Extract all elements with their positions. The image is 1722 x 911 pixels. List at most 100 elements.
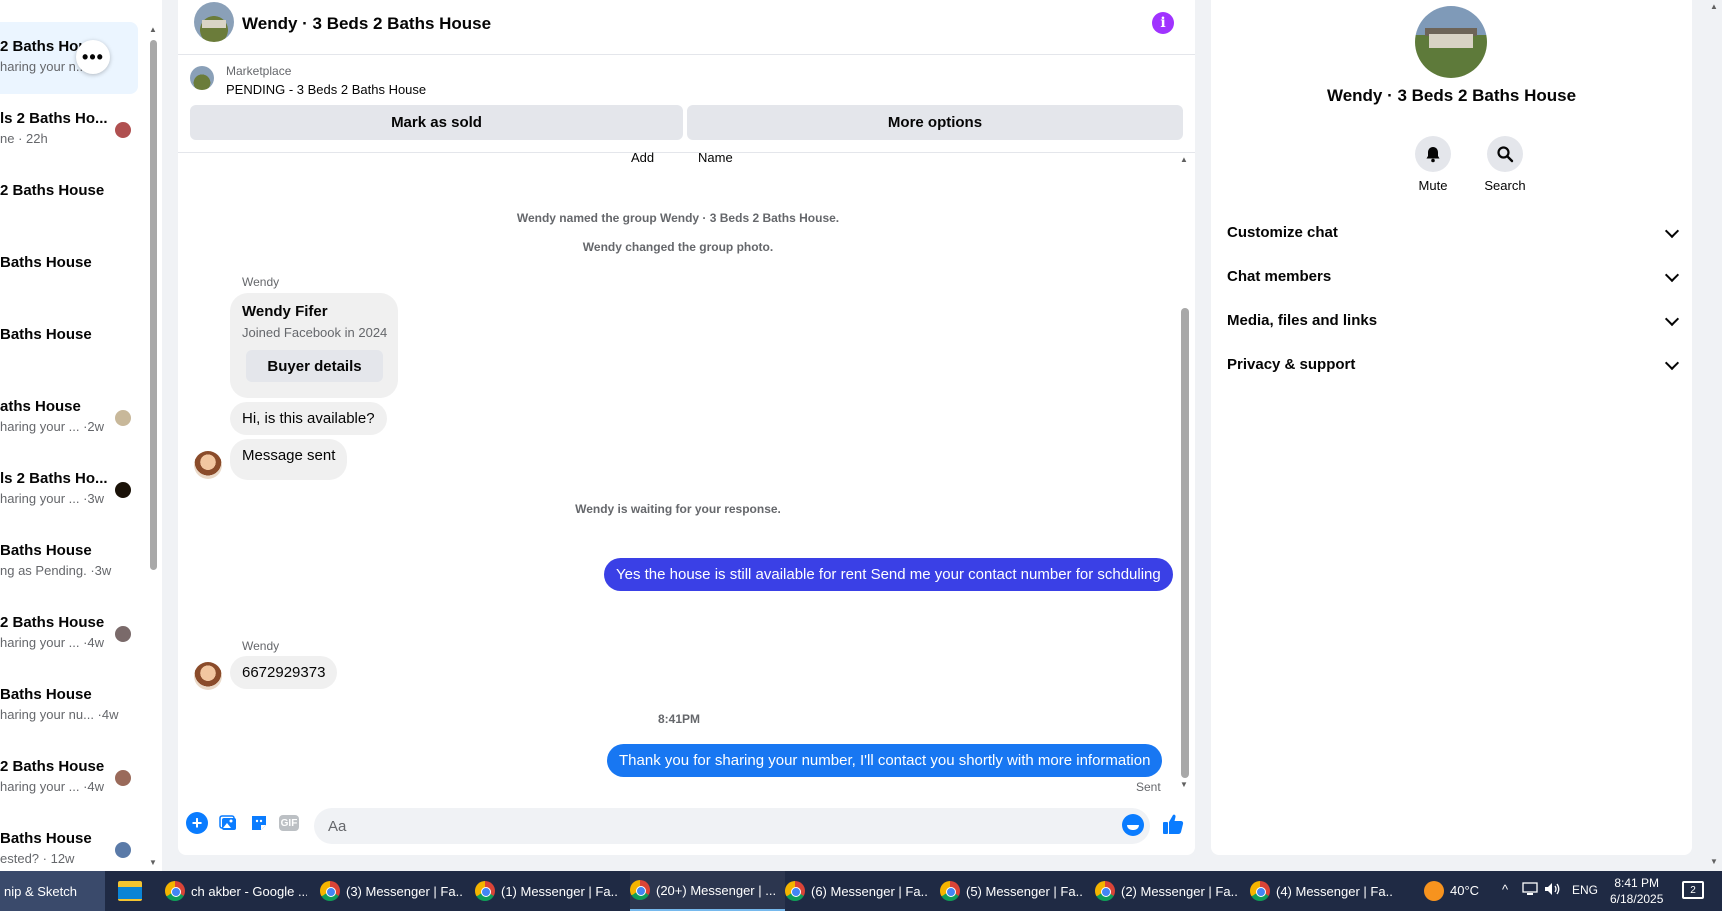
avatar	[115, 482, 131, 498]
taskbar-chrome-window[interactable]: (20+) Messenger | ...	[630, 871, 785, 911]
listing-thumbnail[interactable]	[190, 66, 214, 90]
group-avatar[interactable]	[194, 2, 234, 42]
privacy-support-section[interactable]: Privacy & support	[1227, 346, 1680, 382]
volume-icon[interactable]	[1544, 882, 1562, 899]
mute-button[interactable]: Mute	[1403, 136, 1463, 193]
scrollbar-thumb[interactable]	[150, 40, 157, 570]
media-files-links-section[interactable]: Media, files and links	[1227, 302, 1680, 338]
taskbar-chrome-window[interactable]: (4) Messenger | Fa...	[1250, 871, 1392, 911]
sender-avatar[interactable]	[194, 662, 222, 690]
customize-chat-section[interactable]: Customize chat	[1227, 214, 1680, 250]
taskbar-chrome-window[interactable]: (1) Messenger | Fa...	[475, 871, 617, 911]
chevron-down-icon	[1664, 267, 1680, 283]
taskbar-snip-sketch[interactable]: nip & Sketch	[0, 871, 105, 911]
chevron-down-icon	[1664, 223, 1680, 239]
mark-as-sold-button[interactable]: Mark as sold	[190, 105, 683, 140]
conversation-item[interactable]: Baths House	[0, 238, 138, 310]
conversation-subtitle: ne · 22h	[0, 131, 48, 146]
conversation-item[interactable]: aths House haring your ... ·2w	[0, 382, 138, 454]
thumbs-up-icon[interactable]	[1161, 812, 1185, 836]
outgoing-message[interactable]: Yes the house is still available for ren…	[604, 558, 1173, 591]
conversation-title: aths House	[0, 398, 81, 415]
scroll-down-arrow-icon[interactable]: ▼	[1710, 857, 1718, 866]
taskbar-chrome-window[interactable]: (6) Messenger | Fa...	[785, 871, 927, 911]
buyer-profile-card: Wendy Fifer Joined Facebook in 2024 Buye…	[230, 293, 398, 398]
message-thread-scrollbar[interactable]: ▲ ▼	[1178, 153, 1192, 793]
conversation-item[interactable]: 2 Baths House haring your ... ·4w	[0, 598, 138, 670]
more-actions-button[interactable]: •••	[76, 40, 110, 74]
conversation-title: ls 2 Baths Ho...	[0, 110, 108, 127]
scrollbar-thumb[interactable]	[1181, 308, 1189, 778]
scroll-up-arrow-icon[interactable]: ▲	[149, 25, 157, 34]
notification-center-icon[interactable]: 2	[1682, 881, 1704, 899]
more-options-button[interactable]: More options	[687, 105, 1183, 140]
system-clock[interactable]: 8:41 PM 6/18/2025	[1610, 875, 1663, 907]
conversation-subtitle: haring your ... ·2w	[0, 419, 105, 434]
search-button[interactable]: Search	[1475, 136, 1535, 193]
incoming-message[interactable]: Hi, is this available?	[230, 402, 387, 435]
chrome-icon	[165, 881, 185, 901]
taskbar-item-label: ch akber - Google ...	[191, 883, 307, 899]
scroll-down-arrow-icon[interactable]: ▼	[149, 858, 157, 867]
buyer-joined-date: Joined Facebook in 2024	[242, 325, 388, 340]
conversation-item[interactable]: Baths House	[0, 310, 138, 382]
outgoing-message[interactable]: Thank you for sharing your number, I'll …	[607, 744, 1163, 777]
sender-avatar[interactable]	[194, 451, 222, 479]
input-language[interactable]: ENG	[1572, 883, 1598, 897]
chat-members-section[interactable]: Chat members	[1227, 258, 1680, 294]
chevron-up-icon[interactable]: ^	[1502, 882, 1508, 897]
avatar	[115, 410, 131, 426]
conversation-item[interactable]: Baths House ested? · 12w	[0, 814, 138, 871]
network-icon[interactable]	[1522, 882, 1538, 899]
conversation-item[interactable]: 2 Baths House	[0, 166, 138, 238]
conversation-item[interactable]: ls 2 Baths Ho... haring your ... ·3w	[0, 454, 138, 526]
conversation-item[interactable]: Baths House haring your nu... ·4w	[0, 670, 138, 742]
chrome-icon	[1250, 881, 1270, 901]
taskbar-chrome-window[interactable]: (3) Messenger | Fa...	[320, 871, 462, 911]
conversation-title: Baths House	[0, 830, 92, 847]
message-composer: + GIF	[178, 800, 1195, 846]
incoming-message[interactable]: Message sent	[230, 439, 348, 480]
info-icon[interactable]: i	[1152, 12, 1174, 34]
emoji-icon[interactable]	[1122, 814, 1144, 836]
mute-label: Mute	[1418, 178, 1448, 193]
scroll-up-arrow-icon[interactable]: ▲	[1710, 2, 1718, 11]
buyer-details-button[interactable]: Buyer details	[246, 350, 383, 382]
windows-taskbar: nip & Sketch ch akber - Google ... (3) M…	[0, 871, 1722, 911]
message-input[interactable]	[314, 808, 1150, 844]
conversation-item[interactable]: 2 Baths House haring your ... ·4w	[0, 742, 138, 814]
conversation-list-scrollbar[interactable]: ▲ ▼	[147, 25, 159, 870]
sent-status: Sent	[1136, 780, 1161, 794]
section-label: Privacy & support	[1227, 355, 1356, 373]
file-explorer-icon[interactable]	[118, 881, 142, 901]
search-icon	[1487, 136, 1523, 172]
taskbar-chrome-window[interactable]: (5) Messenger | Fa...	[940, 871, 1082, 911]
conversation-title: Baths House	[0, 542, 92, 559]
chat-title[interactable]: Wendy · 3 Beds 2 Baths House	[242, 14, 491, 34]
page-scrollbar[interactable]: ▲ ▼	[1706, 0, 1722, 871]
sticker-icon[interactable]	[248, 812, 270, 834]
scroll-up-arrow-icon[interactable]: ▲	[1180, 155, 1188, 164]
conversation-item[interactable]: Baths House ng as Pending. ·3w	[0, 526, 138, 598]
conversation-title: Baths House	[0, 254, 92, 271]
image-icon[interactable]	[218, 812, 240, 834]
message-thread: Add Name Wendy named the group Wendy · 3…	[178, 150, 1178, 794]
conversation-subtitle: haring your nu... ·4w	[0, 707, 119, 722]
group-photo[interactable]	[1415, 6, 1487, 78]
buyer-name[interactable]: Wendy Fifer	[242, 303, 328, 320]
weather-sun-icon[interactable]	[1424, 881, 1444, 901]
taskbar-chrome-window[interactable]: ch akber - Google ...	[165, 871, 307, 911]
section-label: Customize chat	[1227, 223, 1338, 241]
scroll-down-arrow-icon[interactable]: ▼	[1180, 780, 1188, 789]
conversation-item[interactable]: ls 2 Baths Ho... ne · 22h	[0, 94, 138, 166]
weather-temperature[interactable]: 40°C	[1450, 883, 1479, 898]
plus-icon[interactable]: +	[186, 812, 208, 834]
gif-icon[interactable]: GIF	[279, 815, 299, 831]
system-message: Wendy changed the group photo.	[582, 240, 774, 254]
chat-panel: Wendy · 3 Beds 2 Baths House i Marketpla…	[178, 0, 1195, 855]
sender-name: Wendy	[242, 639, 280, 653]
incoming-message[interactable]: 6672929373	[230, 656, 338, 689]
conversation-item[interactable]: 2 Baths House haring your n...m •••	[0, 22, 138, 94]
taskbar-chrome-window[interactable]: (2) Messenger | Fa...	[1095, 871, 1237, 911]
listing-status[interactable]: PENDING - 3 Beds 2 Baths House	[226, 82, 426, 97]
